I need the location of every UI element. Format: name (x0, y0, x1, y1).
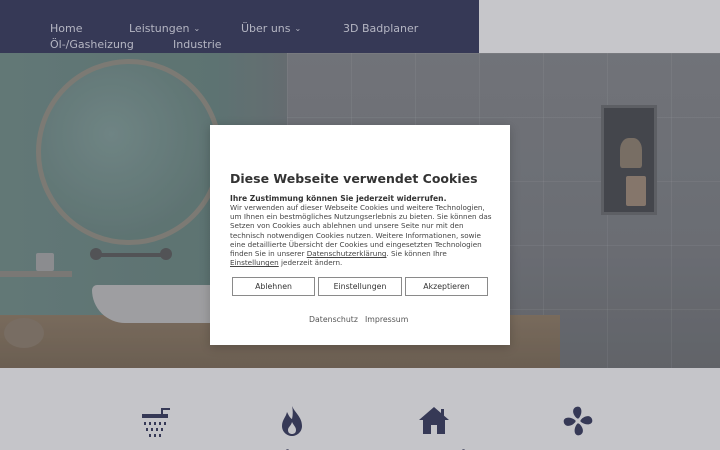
accept-button[interactable]: Akzeptieren (405, 277, 488, 296)
reject-button[interactable]: Ablehnen (232, 277, 315, 296)
cookie-consent-dialog: Diese Webseite verwendet Cookies Ihre Zu… (210, 125, 510, 345)
settings-link[interactable]: Einstellungen (230, 258, 279, 267)
dialog-body: Wir verwenden auf dieser Webseite Cookie… (230, 203, 494, 267)
privacy-link[interactable]: Datenschutz (309, 315, 358, 324)
dialog-body-text: jederzeit ändern. (278, 258, 343, 268)
dialog-subtitle: Ihre Zustimmung können Sie jederzeit wid… (230, 194, 447, 203)
privacy-policy-link[interactable]: Datenschutzerklärung (307, 249, 387, 258)
imprint-link[interactable]: Impressum (365, 315, 408, 324)
dialog-body-text: . Sie können Ihre (386, 249, 447, 259)
settings-button[interactable]: Einstellungen (318, 277, 402, 296)
dialog-title: Diese Webseite verwendet Cookies (230, 171, 478, 186)
